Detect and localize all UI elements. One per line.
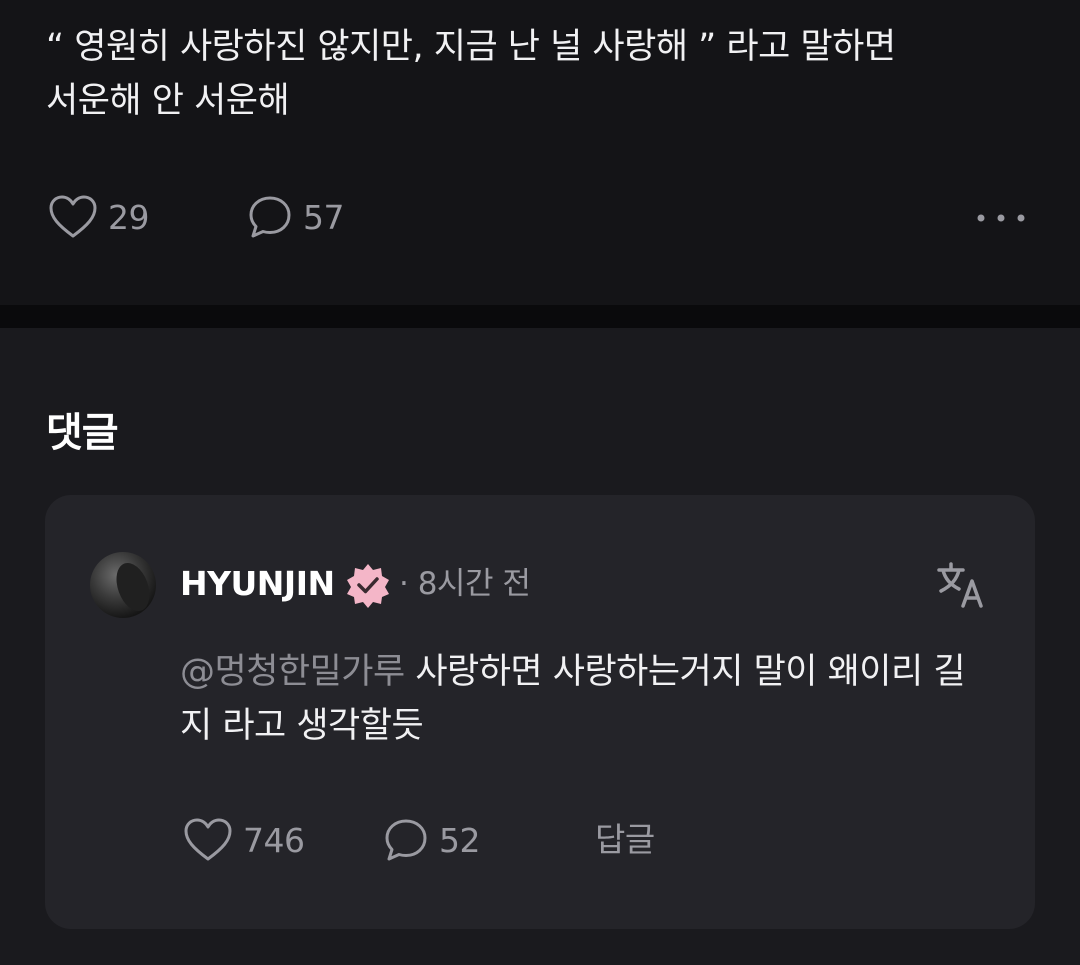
comment-reply-count-button[interactable]: 52	[383, 813, 481, 867]
post: “ 영원히 사랑하진 않지만, 지금 난 널 사랑해 ” 라고 말하면 서운해 …	[0, 0, 1080, 305]
post-text: “ 영원히 사랑하진 않지만, 지금 난 널 사랑해 ” 라고 말하면 서운해 …	[46, 27, 896, 121]
comment-mention[interactable]: @멍청한밀가루	[180, 652, 405, 692]
comments-section: 댓글 HYUNJIN · 8시간 전 @멍청한밀가루 사랑하면 사랑하는거지 말…	[0, 328, 1080, 965]
post-like-count: 29	[108, 197, 150, 237]
post-actions: 29 57	[0, 190, 1080, 244]
more-dots-icon	[976, 208, 1026, 227]
comment-card: HYUNJIN · 8시간 전 @멍청한밀가루 사랑하면 사랑하는거지 말이 왜…	[45, 495, 1035, 929]
heart-icon	[48, 194, 98, 240]
comment-body: @멍청한밀가루 사랑하면 사랑하는거지 말이 왜이리 길지 라고 생각할듯	[180, 645, 980, 753]
avatar[interactable]	[90, 552, 156, 618]
translate-icon	[935, 562, 987, 615]
post-comment-count: 57	[303, 197, 345, 237]
comments-title: 댓글	[46, 410, 119, 456]
post-like-button[interactable]: 29	[48, 190, 150, 244]
comment-like-count: 746	[243, 820, 305, 860]
post-comment-button[interactable]: 57	[247, 190, 345, 244]
verified-badge-icon	[345, 562, 391, 608]
section-divider	[0, 305, 1080, 328]
more-options-button[interactable]	[974, 190, 1028, 244]
comment-like-button[interactable]: 746	[183, 813, 305, 867]
reply-button[interactable]: 답글	[595, 813, 655, 867]
comment-bubble-icon	[383, 817, 429, 863]
comment-username[interactable]: HYUNJIN	[180, 560, 335, 608]
translate-button[interactable]	[935, 559, 987, 611]
comment-bubble-icon	[247, 194, 293, 240]
comment-actions: 746 52 답글	[45, 813, 1035, 867]
heart-icon	[183, 817, 233, 863]
comment-reply-count: 52	[439, 820, 481, 860]
comment-timestamp: · 8시간 전	[399, 566, 531, 602]
avatar-shade	[110, 558, 156, 616]
